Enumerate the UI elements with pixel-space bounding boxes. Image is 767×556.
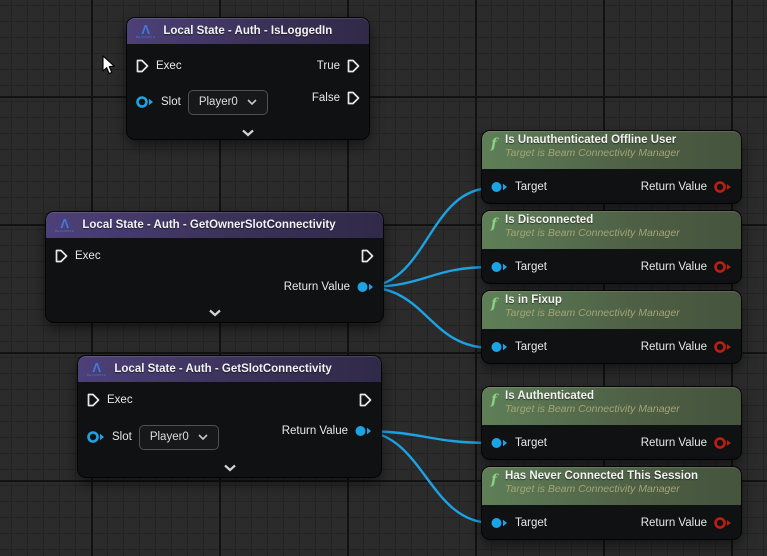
return-value-output-pin[interactable] [714, 516, 732, 530]
return-value-output-pin[interactable] [357, 281, 374, 293]
node-header[interactable]: Λ BEAMABLE Local State - Auth - GetSlotC… [78, 356, 381, 382]
node-header[interactable]: Λ BEAMABLE Local State - Auth - GetOwner… [46, 212, 383, 238]
beamable-logo-icon: Λ BEAMABLE [87, 361, 106, 377]
pin-label: Return Value [641, 517, 707, 529]
target-input-pin[interactable] [491, 517, 508, 529]
node-is-unauthenticated-offline-user[interactable]: f Is Unauthenticated Offline User Target… [482, 131, 741, 203]
pin-label: Return Value [282, 425, 348, 437]
node-title: Is Disconnected [505, 214, 680, 226]
wire-owner-to-unauthenticated[interactable] [364, 188, 492, 287]
slot-input-pin[interactable] [87, 430, 105, 444]
exec-out-pin[interactable] [359, 393, 372, 407]
chevron-down-icon [223, 464, 236, 472]
function-icon: f [491, 393, 497, 407]
chevron-down-icon [242, 129, 255, 137]
collapse-node-button[interactable] [208, 304, 221, 322]
return-value-output-pin[interactable] [714, 260, 732, 274]
node-header[interactable]: f Is in Fixup Target is Beam Connectivit… [482, 291, 741, 329]
node-title: Local State - Auth - GetOwnerSlotConnect… [82, 219, 335, 231]
target-input-pin[interactable] [491, 341, 508, 353]
target-input-pin[interactable] [491, 437, 508, 449]
function-icon: f [491, 297, 497, 311]
pin-label: Slot [112, 431, 132, 443]
wire-owner-to-fixup[interactable] [364, 287, 492, 348]
pin-label: Target [515, 181, 547, 193]
node-is-authenticated[interactable]: f Is Authenticated Target is Beam Connec… [482, 387, 741, 459]
pin-label: Exec [156, 60, 182, 72]
exec-in-pin[interactable] [136, 59, 149, 73]
pin-label: Target [515, 261, 547, 273]
function-icon: f [491, 473, 497, 487]
node-subtitle: Target is Beam Connectivity Manager [505, 307, 680, 319]
pin-label: Return Value [641, 341, 707, 353]
blueprint-canvas[interactable]: Λ BEAMABLE Local State - Auth - IsLogged… [0, 0, 767, 556]
slot-dropdown[interactable]: Player0 [188, 90, 268, 115]
node-header[interactable]: Λ BEAMABLE Local State - Auth - IsLogged… [127, 18, 369, 44]
node-subtitle: Target is Beam Connectivity Manager [505, 403, 680, 415]
return-value-output-pin[interactable] [714, 340, 732, 354]
node-subtitle: Target is Beam Connectivity Manager [505, 227, 680, 239]
exec-out-true-pin[interactable] [347, 59, 360, 73]
collapse-node-button[interactable] [223, 459, 236, 477]
node-is-disconnected[interactable]: f Is Disconnected Target is Beam Connect… [482, 211, 741, 283]
node-local-state-auth-getslotconnectivity[interactable]: Λ BEAMABLE Local State - Auth - GetSlotC… [78, 356, 381, 477]
target-input-pin[interactable] [491, 261, 508, 273]
return-value-output-pin[interactable] [355, 425, 372, 437]
node-local-state-auth-getownerslotconnectivity[interactable]: Λ BEAMABLE Local State - Auth - GetOwner… [46, 212, 383, 322]
node-header[interactable]: f Is Authenticated Target is Beam Connec… [482, 387, 741, 425]
node-title: Local State - Auth - GetSlotConnectivity [114, 363, 331, 375]
node-local-state-auth-isloggedin[interactable]: Λ BEAMABLE Local State - Auth - IsLogged… [127, 18, 369, 139]
target-input-pin[interactable] [491, 181, 508, 193]
chevron-down-icon [208, 309, 221, 317]
node-title: Is Unauthenticated Offline User [505, 134, 680, 146]
exec-out-pin[interactable] [361, 249, 374, 263]
pin-label: Return Value [284, 281, 350, 293]
pin-label: Return Value [641, 437, 707, 449]
pin-label: Return Value [641, 181, 707, 193]
node-title: Has Never Connected This Session [505, 470, 698, 482]
node-is-in-fixup[interactable]: f Is in Fixup Target is Beam Connectivit… [482, 291, 741, 363]
pin-label: False [312, 92, 340, 104]
exec-out-false-pin[interactable] [347, 91, 360, 105]
chevron-down-icon [247, 99, 257, 105]
node-header[interactable]: f Is Unauthenticated Offline User Target… [482, 131, 741, 169]
pin-label: Slot [161, 96, 181, 108]
node-header[interactable]: f Has Never Connected This Session Targe… [482, 467, 741, 505]
pin-label: Return Value [641, 261, 707, 273]
return-value-output-pin[interactable] [714, 180, 732, 194]
collapse-node-button[interactable] [242, 124, 255, 142]
node-header[interactable]: f Is Disconnected Target is Beam Connect… [482, 211, 741, 249]
mouse-cursor [102, 55, 117, 76]
chevron-down-icon [198, 434, 208, 440]
exec-in-pin[interactable] [55, 249, 68, 263]
pin-label: Target [515, 341, 547, 353]
pin-label: Exec [75, 250, 101, 262]
function-icon: f [491, 137, 497, 151]
node-title: Is Authenticated [505, 390, 680, 402]
node-subtitle: Target is Beam Connectivity Manager [505, 483, 698, 495]
slot-input-pin[interactable] [136, 95, 154, 109]
beamable-logo-icon: Λ BEAMABLE [136, 23, 155, 39]
pin-label: True [317, 60, 340, 72]
node-subtitle: Target is Beam Connectivity Manager [505, 147, 680, 159]
node-title: Is in Fixup [505, 294, 680, 306]
pin-label: Target [515, 517, 547, 529]
node-title: Local State - Auth - IsLoggedIn [163, 25, 332, 37]
pin-label: Target [515, 437, 547, 449]
return-value-output-pin[interactable] [714, 436, 732, 450]
slot-dropdown[interactable]: Player0 [139, 425, 219, 450]
beamable-logo-icon: Λ BEAMABLE [55, 217, 74, 233]
exec-in-pin[interactable] [87, 393, 100, 407]
node-has-never-connected-this-session[interactable]: f Has Never Connected This Session Targe… [482, 467, 741, 539]
function-icon: f [491, 217, 497, 231]
pin-label: Exec [107, 394, 133, 406]
